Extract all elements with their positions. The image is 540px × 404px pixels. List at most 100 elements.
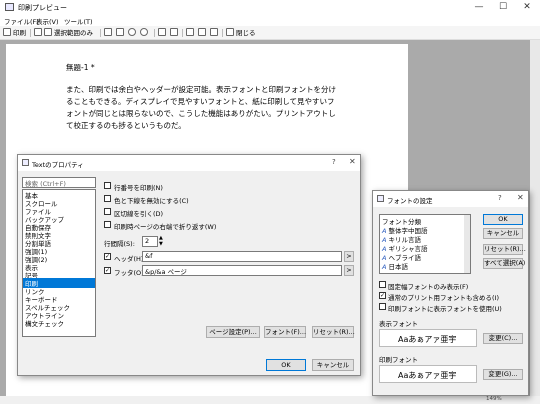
menu-tools[interactable]: ツール(T) xyxy=(64,16,93,26)
zoom-out-icon xyxy=(140,28,148,36)
next-page-icon xyxy=(210,28,218,36)
toolbar: 印刷 選択範囲のみ 閉じる xyxy=(0,26,540,40)
header-insert-button[interactable]: > xyxy=(344,251,354,262)
dialog-title-bar: フォントの設定 ? ✕ xyxy=(373,191,528,207)
dialog-title-bar: Textのプロパティ ? ✕ xyxy=(18,155,360,171)
change-display-font-button[interactable]: 変更(C)... xyxy=(483,333,523,344)
document-line: ォントが同じとは限らないので、こうした機能はありがたい。プリントアウトし xyxy=(66,109,336,118)
no-colors-checkbox[interactable] xyxy=(104,195,111,202)
print-font-sample-text: Aaあぁアァ亜宇 xyxy=(398,371,457,380)
zoom-out-button[interactable] xyxy=(140,28,150,38)
fixed-only-label: 固定幅フォントのみ表示(F) xyxy=(388,283,469,291)
line-spacing-label: 行間隔(S): xyxy=(104,240,135,248)
print-button[interactable]: 印刷 xyxy=(3,28,26,38)
ok-button[interactable]: OK xyxy=(266,359,306,371)
print-range-button[interactable]: 選択範囲のみ xyxy=(34,28,93,38)
wrap-label: 印刷時ページの右端で折り返す(W) xyxy=(114,223,217,231)
first-page-button[interactable] xyxy=(186,28,196,38)
display-font-sample-text: Aaあぁアァ亜宇 xyxy=(398,335,457,344)
font-category-item[interactable]: A 日本語 xyxy=(382,261,408,271)
display-font-sample: Aaあぁアァ亜宇 xyxy=(379,329,477,347)
two-page-button[interactable] xyxy=(170,28,180,38)
dialog-close-button[interactable]: ✕ xyxy=(349,157,356,166)
ok-button[interactable]: OK xyxy=(483,214,523,225)
menu-file[interactable]: ファイル(F) xyxy=(4,16,39,26)
toolbar-separator xyxy=(222,29,223,37)
cancel-button[interactable]: キャンセル xyxy=(312,359,354,371)
category-list[interactable]: 基本 スクロール ファイル バックアップ 自動保存 禁則文字 分割単語 強調(1… xyxy=(22,189,96,337)
printer-icon xyxy=(3,28,11,36)
category-item[interactable]: 構文チェック xyxy=(25,318,64,328)
fixed-only-checkbox[interactable] xyxy=(379,281,386,288)
minimize-button[interactable]: — xyxy=(468,0,490,14)
no-colors-label: 色と下線を無効にする(C) xyxy=(114,197,189,205)
main-title-bar: 印刷プレビュー — ☐ ✕ xyxy=(0,0,540,14)
door-icon xyxy=(226,28,234,36)
change-print-font-button[interactable]: 変更(G)... xyxy=(483,369,523,380)
next-page-button[interactable] xyxy=(210,28,220,38)
header-input[interactable]: &f xyxy=(142,251,342,262)
printer-setup-icon xyxy=(116,28,124,36)
reset-button[interactable]: リセット(R)... xyxy=(312,326,355,338)
dialog-title: Textのプロパティ xyxy=(32,161,84,169)
zoom-in-icon xyxy=(128,28,136,36)
one-page-icon xyxy=(158,28,166,36)
font-category-list[interactable]: フォント分類 A 整体字中国語 A キリル言語 A ギリシャ言語 A ヘブライ語 A 日本… xyxy=(379,214,471,274)
toolbar-separator xyxy=(30,29,31,37)
page-setup-button[interactable]: ページ設定(P)... xyxy=(206,326,260,338)
print-font-label: 印刷フォント xyxy=(379,356,418,364)
dialog-close-button[interactable]: ✕ xyxy=(517,193,524,202)
use-print-font-checkbox[interactable] xyxy=(379,303,386,310)
spinner-arrows-icon[interactable]: ▲ ▼ xyxy=(159,235,163,247)
checkbox-icon xyxy=(44,28,52,36)
two-page-icon xyxy=(170,28,178,36)
prev-page-button[interactable] xyxy=(198,28,208,38)
pencil-icon xyxy=(34,28,42,36)
font-settings-dialog: フォントの設定 ? ✕ フォント分類 A 整体字中国語 A キリル言語 A ギリシャ言… xyxy=(372,190,529,396)
select-all-button[interactable]: すべて選択(A) xyxy=(483,258,525,269)
app-icon xyxy=(5,3,14,11)
cancel-button[interactable]: キャンセル xyxy=(483,228,523,239)
page-icon xyxy=(104,28,112,36)
menu-view[interactable]: 表示(V) xyxy=(36,16,59,26)
header-checkbox[interactable]: ✓ xyxy=(104,253,111,260)
document-line: ることもできる。ディスプレイで見やすいフォントと、紙に印刷して見やすいフ xyxy=(66,97,335,106)
help-button[interactable]: ? xyxy=(332,158,336,166)
reset-button[interactable]: リセット(R)... xyxy=(483,244,526,255)
maximize-button[interactable]: ☐ xyxy=(492,0,514,14)
line-spacing-input[interactable]: 2 xyxy=(142,236,158,247)
close-button[interactable]: ✕ xyxy=(516,0,538,14)
separator-label: 区切線を引く(D) xyxy=(114,210,164,218)
wrap-checkbox[interactable] xyxy=(104,221,111,228)
footer-insert-button[interactable]: > xyxy=(344,265,354,276)
display-font-label: 表示フォント xyxy=(379,320,418,328)
use-print-font-label: 印刷フォントに表示フォントを使用(U) xyxy=(388,305,502,313)
list-scrollbar[interactable] xyxy=(464,215,470,273)
category-search-input[interactable]: 検索 (Ctrl+F) xyxy=(22,177,96,188)
zoom-level: 149% xyxy=(486,396,502,402)
dialog-title: フォントの設定 xyxy=(387,197,433,205)
first-page-icon xyxy=(186,28,194,36)
toolbar-separator xyxy=(100,29,101,37)
separator-checkbox[interactable] xyxy=(104,208,111,215)
help-button[interactable]: ? xyxy=(498,194,502,202)
zoom-in-button[interactable] xyxy=(128,28,138,38)
header-label: ヘッダ(H): xyxy=(114,255,146,263)
footer-checkbox[interactable]: ✓ xyxy=(104,267,111,274)
printer-setup-button[interactable] xyxy=(116,28,126,38)
toolbar-separator xyxy=(182,29,183,37)
vertical-scrollbar[interactable] xyxy=(530,40,540,396)
line-numbers-checkbox[interactable] xyxy=(104,182,111,189)
page-setup-icon-button[interactable] xyxy=(104,28,114,38)
menu-bar: ファイル(F) 表示(V) ツール(T) xyxy=(0,14,540,26)
text-properties-dialog: Textのプロパティ ? ✕ 検索 (Ctrl+F) 基本 スクロール ファイル… xyxy=(17,154,361,376)
dialog-icon xyxy=(377,195,384,202)
include-print-checkbox[interactable]: ✓ xyxy=(379,292,386,299)
font-icon: A xyxy=(382,263,387,271)
close-preview-button[interactable]: 閉じる xyxy=(226,28,256,38)
print-font-sample: Aaあぁアァ亜宇 xyxy=(379,365,477,383)
include-print-label: 通常のプリント用フォントも含める(I) xyxy=(388,294,499,302)
footer-input[interactable]: &p/&a ページ xyxy=(142,265,342,276)
one-page-button[interactable] xyxy=(158,28,168,38)
font-button[interactable]: フォント(F)... xyxy=(264,326,306,338)
